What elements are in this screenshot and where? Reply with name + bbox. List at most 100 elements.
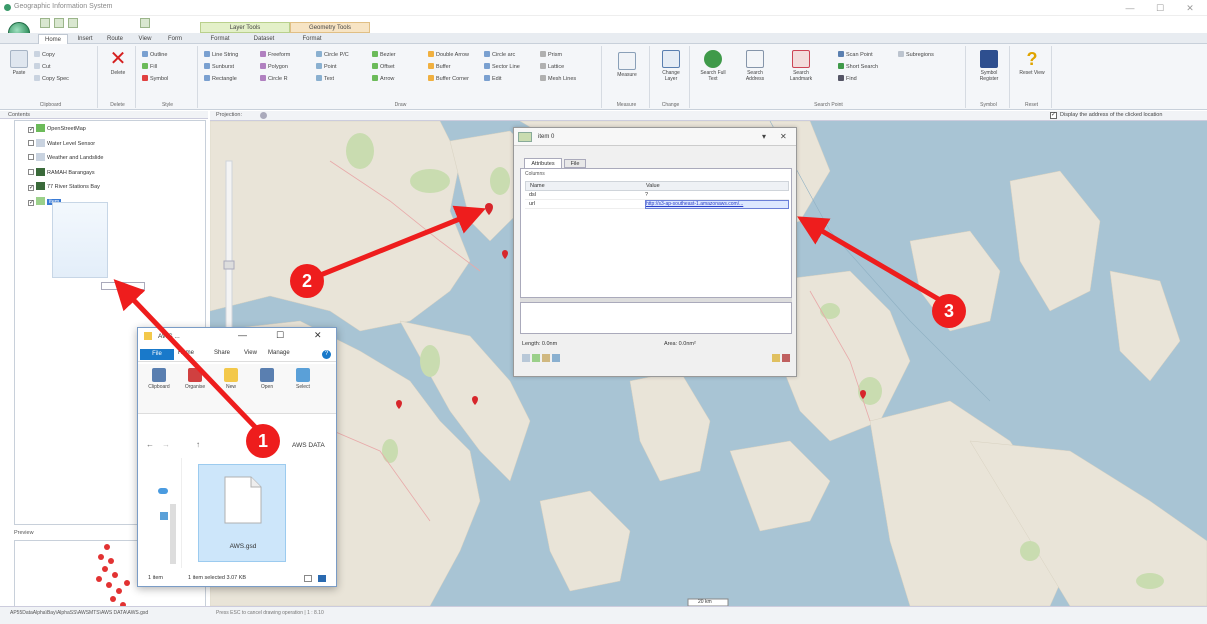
draw-item[interactable]: Lattice <box>540 62 564 72</box>
explorer-group[interactable]: Open <box>250 368 284 390</box>
draw-item[interactable]: Point <box>316 62 337 72</box>
zoom-to-icon[interactable] <box>522 354 530 362</box>
explorer-file-tab[interactable]: File <box>140 349 174 360</box>
details-view-icon[interactable] <box>304 575 312 582</box>
search-address-button[interactable]: Search Address <box>738 50 772 82</box>
dialog-pin-icon[interactable]: ▾ <box>762 132 766 141</box>
draw-item[interactable]: Circle P/C <box>316 50 349 60</box>
draw-item[interactable]: Circle arc <box>484 50 515 60</box>
close-button[interactable]: ✕ <box>1180 2 1200 14</box>
tab-route[interactable]: Route <box>102 34 128 44</box>
layer-checkbox[interactable] <box>28 139 34 146</box>
draw-item[interactable]: Sector Line <box>484 62 520 72</box>
layer-checkbox[interactable]: ✓ <box>28 199 34 206</box>
copy-button[interactable]: Copy <box>34 50 55 60</box>
table-row[interactable]: url http://s3-ap-southeast-1.amazonaws.c… <box>525 200 789 209</box>
short-search-button[interactable]: Short Search <box>838 62 878 72</box>
highlight-icon[interactable] <box>542 354 550 362</box>
paste-button[interactable]: Paste <box>8 50 30 76</box>
fill-button[interactable]: Fill <box>142 62 157 72</box>
explorer-maximize-button[interactable]: ☐ <box>276 330 284 341</box>
layer-checkbox[interactable]: ✓ <box>28 185 34 191</box>
subregions-button[interactable]: Subregions <box>898 50 934 60</box>
tab-form[interactable]: Form <box>162 34 188 44</box>
draw-item[interactable]: Rectangle <box>204 74 237 84</box>
explorer-group[interactable]: Organise <box>178 368 212 390</box>
copy-special-button[interactable]: Copy Spec <box>34 74 69 84</box>
explorer-titlebar[interactable]: AWS ... — ☐ ✕ <box>138 328 336 346</box>
draw-item[interactable]: Prism <box>540 50 562 60</box>
draw-item[interactable]: Buffer Corner <box>428 74 469 84</box>
projection-globe-icon[interactable] <box>260 112 267 119</box>
layer-item[interactable]: ✓ 77 River Stations Bay <box>28 182 100 193</box>
draw-item[interactable]: Edit <box>484 74 501 84</box>
tab-file[interactable]: File <box>564 159 586 168</box>
url-link[interactable]: http://s3-ap-southeast-1.amazonaws.com/.… <box>645 200 789 209</box>
symbol-register-button[interactable]: Symbol Register <box>972 50 1006 82</box>
scan-point-button[interactable]: Scan Point <box>838 50 873 60</box>
up-arrow-icon[interactable]: ↑ <box>196 440 200 449</box>
change-layer-button[interactable]: Change Layer <box>656 50 686 82</box>
draw-item[interactable]: Freeform <box>260 50 290 60</box>
address-checkbox[interactable]: ✓ <box>1050 112 1057 119</box>
dialog-titlebar[interactable] <box>514 128 796 146</box>
minimize-button[interactable]: — <box>1120 2 1140 14</box>
save-icon[interactable] <box>40 18 50 28</box>
tab-format-geometry[interactable]: Format <box>292 34 332 44</box>
draw-item[interactable]: Arrow <box>372 74 394 84</box>
cut-button[interactable]: Cut <box>34 62 51 72</box>
outline-button[interactable]: Outline <box>142 50 167 60</box>
find-button[interactable]: Find <box>838 74 857 84</box>
layer-checkbox[interactable] <box>28 168 34 175</box>
layer-checkbox[interactable]: ✓ <box>28 127 34 133</box>
redo-icon[interactable] <box>68 18 78 28</box>
delete-button[interactable]: ✕ Delete <box>106 49 130 76</box>
explorer-group[interactable]: New <box>214 368 248 390</box>
onedrive-icon[interactable] <box>158 488 168 494</box>
layer-item[interactable]: Water Level Sensor <box>28 138 95 150</box>
search-full-text-button[interactable]: Search Full Text <box>696 50 730 82</box>
draw-item[interactable]: Line String <box>204 50 238 60</box>
explorer-tab-share[interactable]: Share <box>214 350 230 356</box>
tab-attributes[interactable]: Attributes <box>524 158 562 168</box>
draw-item[interactable]: Polygon <box>260 62 288 72</box>
layer-item[interactable]: ✓ OpenStreetMap <box>28 124 86 135</box>
tab-view[interactable]: View <box>132 34 158 44</box>
symbol-style-button[interactable]: Symbol <box>142 74 168 84</box>
undo-icon[interactable] <box>54 18 64 28</box>
layer-checkbox[interactable] <box>28 154 34 160</box>
tab-home[interactable]: Home <box>38 34 68 44</box>
edit-icon[interactable] <box>532 354 540 362</box>
explorer-tab-home[interactable]: Home <box>178 350 194 356</box>
back-arrow-icon[interactable]: ← <box>146 440 154 449</box>
tab-insert[interactable]: Insert <box>72 34 98 44</box>
draw-item[interactable]: Bezier <box>372 50 396 60</box>
table-row[interactable]: dsl ? <box>525 191 789 200</box>
draw-item[interactable]: Double Arrow <box>428 50 469 60</box>
explorer-group[interactable]: Clipboard <box>142 368 176 390</box>
layer-item[interactable]: Weather and Landslide <box>28 153 103 164</box>
large-icons-view-icon[interactable] <box>318 575 326 582</box>
search-landmark-button[interactable]: Search Landmark <box>782 50 820 82</box>
dialog-option-icon[interactable] <box>772 354 780 362</box>
explorer-group[interactable]: Select <box>286 368 320 390</box>
maximize-button[interactable]: ☐ <box>1150 2 1170 14</box>
this-pc-icon[interactable] <box>160 512 168 520</box>
explorer-tab-manage[interactable]: Manage <box>268 350 290 356</box>
tab-dataset[interactable]: Dataset <box>244 34 284 44</box>
tab-format-layer[interactable]: Format <box>200 34 240 44</box>
selected-file-item[interactable]: AWS.gsd <box>198 464 286 562</box>
explorer-close-button[interactable]: ✕ <box>314 330 322 341</box>
draw-item[interactable]: Buffer <box>428 62 451 72</box>
forward-arrow-icon[interactable]: → <box>162 440 170 449</box>
nav-scrollbar[interactable] <box>170 504 176 564</box>
draw-item[interactable]: Mesh Lines <box>540 74 576 84</box>
notes-area[interactable] <box>520 302 792 334</box>
draw-item[interactable]: Text <box>316 74 334 84</box>
measure-button[interactable]: Measure <box>610 52 644 78</box>
layer-item[interactable]: RAMAH Barangays <box>28 167 95 179</box>
copy-geometry-icon[interactable] <box>552 354 560 362</box>
reset-view-button[interactable]: ? Reset View <box>1016 50 1048 76</box>
explorer-tab-view[interactable]: View <box>244 350 257 356</box>
dialog-close-button[interactable]: ✕ <box>780 132 787 141</box>
